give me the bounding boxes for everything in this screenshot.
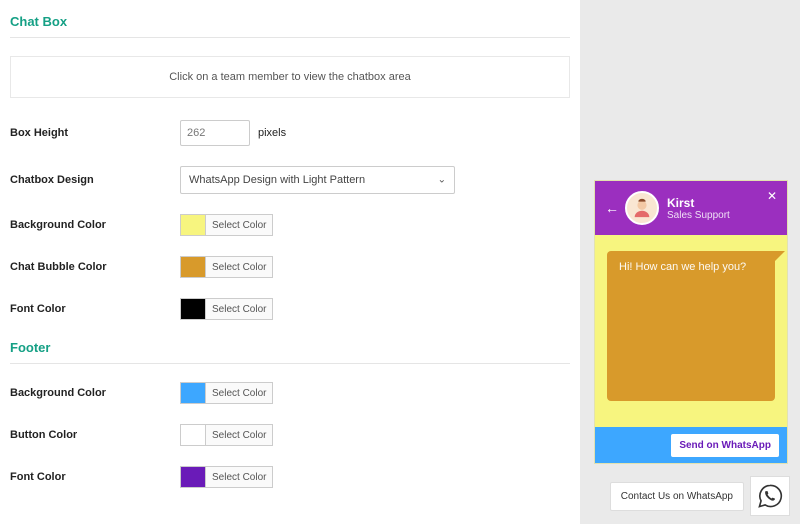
- row-footer-font: Font Color Select Color: [10, 466, 570, 488]
- select-color-button[interactable]: Select Color: [205, 215, 272, 235]
- footer-button-swatch: [181, 425, 205, 445]
- whatsapp-launcher-button[interactable]: [750, 476, 790, 516]
- notice-banner: Click on a team member to view the chatb…: [10, 56, 570, 98]
- chat-bubble: Hi! How can we help you?: [607, 251, 775, 401]
- close-icon[interactable]: ✕: [767, 189, 777, 203]
- row-bg-color: Background Color Select Color: [10, 214, 570, 236]
- divider: [10, 363, 570, 364]
- select-color-button[interactable]: Select Color: [205, 383, 272, 403]
- bubble-color-swatch: [181, 257, 205, 277]
- preview-panel: ← Kirst Sales Support ✕ Hi! How can we h…: [580, 0, 800, 524]
- chat-header: ← Kirst Sales Support ✕: [595, 181, 787, 235]
- divider: [10, 37, 570, 38]
- avatar: [625, 191, 659, 225]
- back-arrow-icon[interactable]: ←: [605, 200, 619, 216]
- font-color-swatch: [181, 299, 205, 319]
- agent-info: Kirst Sales Support: [667, 196, 730, 221]
- row-footer-bg: Background Color Select Color: [10, 382, 570, 404]
- select-color-button[interactable]: Select Color: [205, 257, 272, 277]
- row-bubble-color: Chat Bubble Color Select Color: [10, 256, 570, 278]
- footer-font-swatch: [181, 467, 205, 487]
- font-color-picker[interactable]: Select Color: [180, 298, 273, 320]
- label-box-height: Box Height: [10, 127, 180, 139]
- section-title-chatbox: Chat Box: [10, 14, 570, 29]
- chatbox-design-value: WhatsApp Design with Light Pattern: [189, 174, 365, 186]
- bg-color-swatch: [181, 215, 205, 235]
- chevron-down-icon: ⌄: [438, 175, 446, 186]
- label-footer-font: Font Color: [10, 471, 180, 483]
- whatsapp-icon: [757, 483, 783, 509]
- footer-button-color-picker[interactable]: Select Color: [180, 424, 273, 446]
- label-footer-button: Button Color: [10, 429, 180, 441]
- select-color-button[interactable]: Select Color: [205, 467, 272, 487]
- label-bubble-color: Chat Bubble Color: [10, 261, 180, 273]
- select-color-button[interactable]: Select Color: [205, 425, 272, 445]
- box-height-unit: pixels: [258, 127, 286, 139]
- chat-footer: Send on WhatsApp: [595, 427, 787, 463]
- footer-bg-color-picker[interactable]: Select Color: [180, 382, 273, 404]
- chat-body: Hi! How can we help you?: [595, 235, 787, 427]
- row-font-color: Font Color Select Color: [10, 298, 570, 320]
- chatbox-design-select[interactable]: WhatsApp Design with Light Pattern ⌄: [180, 166, 455, 194]
- avatar-face-icon: [631, 197, 653, 219]
- chat-preview: ← Kirst Sales Support ✕ Hi! How can we h…: [594, 180, 788, 464]
- box-height-input[interactable]: [180, 120, 250, 146]
- label-chatbox-design: Chatbox Design: [10, 174, 180, 186]
- agent-role: Sales Support: [667, 210, 730, 221]
- label-bg-color: Background Color: [10, 219, 180, 231]
- settings-panel: Chat Box Click on a team member to view …: [0, 0, 580, 524]
- bubble-color-picker[interactable]: Select Color: [180, 256, 273, 278]
- label-footer-bg: Background Color: [10, 387, 180, 399]
- footer-font-color-picker[interactable]: Select Color: [180, 466, 273, 488]
- contact-bar: Contact Us on WhatsApp: [610, 476, 790, 516]
- row-chatbox-design: Chatbox Design WhatsApp Design with Ligh…: [10, 166, 570, 194]
- footer-bg-swatch: [181, 383, 205, 403]
- greeting-text: Hi! How can we help you?: [619, 261, 746, 273]
- section-title-footer: Footer: [10, 340, 570, 355]
- select-color-button[interactable]: Select Color: [205, 299, 272, 319]
- label-font-color: Font Color: [10, 303, 180, 315]
- row-footer-button: Button Color Select Color: [10, 424, 570, 446]
- agent-name: Kirst: [667, 196, 730, 210]
- send-on-whatsapp-button[interactable]: Send on WhatsApp: [671, 434, 779, 457]
- row-box-height: Box Height pixels: [10, 120, 570, 146]
- bg-color-picker[interactable]: Select Color: [180, 214, 273, 236]
- contact-us-button[interactable]: Contact Us on WhatsApp: [610, 482, 744, 511]
